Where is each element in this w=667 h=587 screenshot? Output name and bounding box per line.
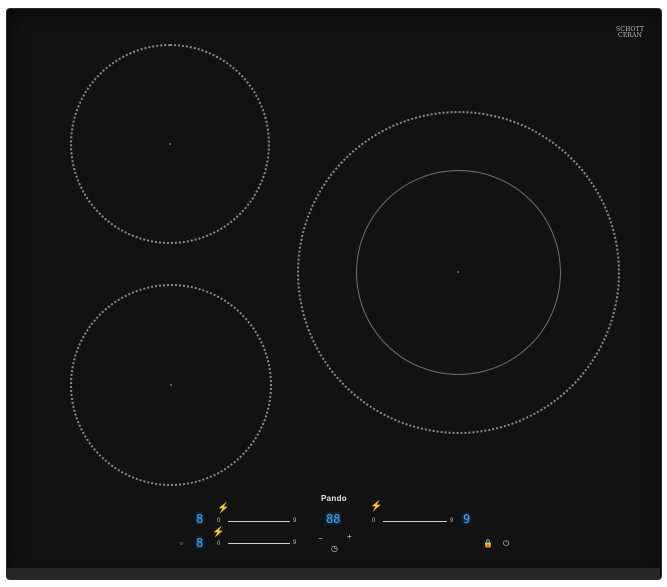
booster-icon[interactable]: ⚡ [212,528,224,538]
power-slider-right[interactable] [383,521,447,522]
booster-icon[interactable]: ⚡ [217,504,229,514]
zone-center-mark [457,271,459,273]
zone-center-mark [169,143,171,145]
power-level-display-left-bottom: 8 [196,536,204,550]
slider-min-label: 0 [217,541,221,547]
slider-max-label: 9 [450,518,454,524]
power-level-display-right: 9 [463,512,471,526]
timer-display: 88 [326,512,341,526]
brand-text: Pando [321,494,347,503]
hob-frame-edge [6,568,660,580]
power-icon[interactable]: ⏻ [503,540,509,548]
booster-icon[interactable]: ⚡ [370,502,382,512]
zone-indicator-icon: ▫ [180,539,183,548]
power-slider-left-bottom[interactable] [228,543,290,544]
power-slider-left-top[interactable] [228,521,290,522]
lock-icon[interactable]: 🔒 [483,540,493,548]
clock-icon[interactable]: ◷ [331,545,338,553]
zone-center-mark [170,384,172,386]
slider-max-label: 9 [293,518,297,524]
minus-icon[interactable]: − [318,535,323,543]
slider-min-label: 0 [372,518,376,524]
brand-logo: SCHOTT CERAN [616,26,645,39]
slider-max-label: 9 [293,540,297,546]
power-level-display-left-top: 8 [196,512,204,526]
slider-min-label: 0 [217,518,221,524]
plus-icon[interactable]: + [347,533,352,541]
